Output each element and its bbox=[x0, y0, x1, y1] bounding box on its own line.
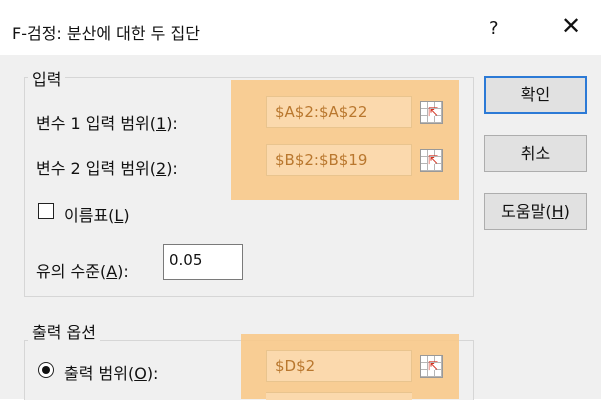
output-range-label[interactable]: 출력 범위(O): bbox=[64, 360, 158, 384]
alpha-label: 유의 수준(A): bbox=[36, 262, 129, 281]
ok-button[interactable]: 확인 bbox=[484, 76, 587, 114]
output-group-legend: 출력 옵션 bbox=[28, 319, 100, 343]
var2-range-select-icon[interactable]: ⇱ bbox=[420, 149, 443, 172]
var1-range-input[interactable]: $A$2:$A$22 bbox=[266, 96, 412, 128]
arrow-icon: ⇱ bbox=[428, 153, 439, 167]
help-icon[interactable]: ? bbox=[489, 18, 499, 39]
cancel-button[interactable]: 취소 bbox=[484, 135, 587, 172]
arrow-icon: ⇱ bbox=[428, 359, 439, 373]
alpha-input[interactable]: 0.05 bbox=[163, 244, 243, 280]
output-range-input[interactable]: $D$2 bbox=[266, 350, 412, 382]
var1-range-select-icon[interactable]: ⇱ bbox=[420, 101, 443, 124]
output-range-select-icon[interactable]: ⇱ bbox=[420, 355, 443, 378]
labels-checkbox[interactable] bbox=[38, 203, 54, 219]
var1-range-label: 변수 1 입력 범위(1): bbox=[36, 114, 178, 133]
radio-selected-dot bbox=[42, 366, 50, 374]
close-icon[interactable]: ✕ bbox=[561, 14, 581, 38]
help-button[interactable]: 도움말(H) bbox=[484, 193, 587, 230]
var2-range-input[interactable]: $B$2:$B$19 bbox=[266, 144, 412, 176]
input-group-legend: 입력 bbox=[28, 66, 66, 90]
labels-checkbox-label[interactable]: 이름표(L) bbox=[64, 202, 130, 226]
arrow-icon: ⇱ bbox=[428, 105, 439, 119]
var2-range-label: 변수 2 입력 범위(2): bbox=[36, 159, 178, 178]
output-range-radio[interactable] bbox=[38, 362, 54, 378]
dialog-title: F-검정: 분산에 대한 두 집단 bbox=[12, 24, 200, 43]
